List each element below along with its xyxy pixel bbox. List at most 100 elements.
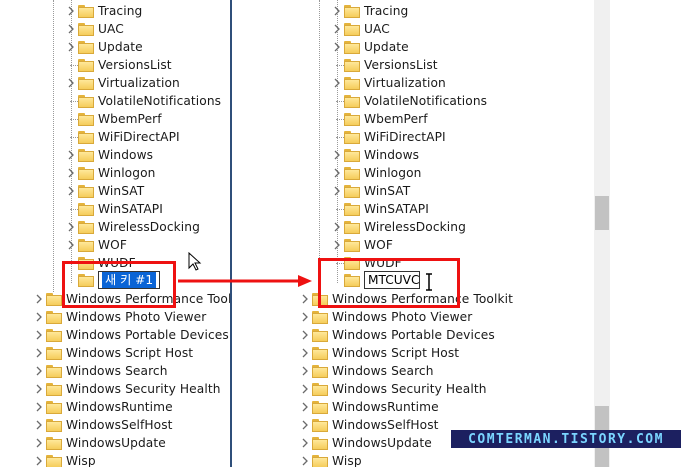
tree-item[interactable]: Wisp [32,452,96,467]
chevron-right-icon[interactable] [32,416,46,434]
scrollbar-thumb[interactable] [595,196,609,230]
chevron-right-icon[interactable] [32,290,46,308]
tree-item[interactable]: Virtualization [330,74,446,92]
tree-item[interactable]: Windows [330,146,419,164]
tree-item-label: VolatileNotifications [364,94,488,108]
chevron-right-icon[interactable] [298,398,312,416]
tree-item[interactable]: UAC [330,20,390,38]
chevron-right-icon[interactable] [298,416,312,434]
tree-item[interactable]: WbemPerf [64,110,162,128]
tree-item[interactable]: Windows Photo Viewer [32,308,206,326]
tree-item[interactable]: Windows Script Host [298,344,459,362]
chevron-right-icon[interactable] [64,74,78,92]
chevron-right-icon[interactable] [64,218,78,236]
chevron-right-icon[interactable] [298,344,312,362]
tree-item[interactable]: WirelessDocking [330,218,466,236]
tree-item[interactable]: WinSATAPI [330,200,429,218]
chevron-right-icon[interactable] [32,362,46,380]
tree-item[interactable]: VersionsList [330,56,438,74]
tree-connector [330,200,344,218]
tree-item[interactable]: UAC [64,20,124,38]
tree-item[interactable]: Windows [64,146,153,164]
chevron-right-icon[interactable] [298,434,312,452]
tree-item[interactable]: WiFiDirectAPI [330,128,446,146]
tree-connector [330,56,344,74]
chevron-right-icon[interactable] [298,452,312,467]
chevron-right-icon[interactable] [64,236,78,254]
tree-item[interactable]: Windows Search [32,362,168,380]
chevron-right-icon[interactable] [298,308,312,326]
tree-item[interactable]: Windows Security Health [298,380,487,398]
folder-icon [78,166,94,180]
tree-item[interactable]: WinSAT [64,182,144,200]
chevron-right-icon[interactable] [64,2,78,20]
tree-item[interactable]: Wisp [298,452,362,467]
chevron-right-icon[interactable] [64,20,78,38]
chevron-right-icon[interactable] [298,362,312,380]
tree-item[interactable]: WindowsUpdate [298,434,432,452]
chevron-right-icon[interactable] [330,182,344,200]
tree-item[interactable]: Windows Portable Devices [32,326,229,344]
chevron-right-icon[interactable] [32,380,46,398]
tree-item[interactable]: VersionsList [64,56,172,74]
chevron-right-icon[interactable] [330,20,344,38]
tree-item[interactable]: Virtualization [64,74,180,92]
folder-icon [344,202,360,216]
tree-guide-line [53,0,55,292]
tree-item[interactable]: WindowsRuntime [298,398,439,416]
tree-item[interactable]: WinSATAPI [64,200,163,218]
chevron-right-icon[interactable] [64,146,78,164]
chevron-right-icon[interactable] [298,326,312,344]
tree-item[interactable]: Update [64,38,143,56]
tree-item[interactable]: Windows Script Host [32,344,193,362]
folder-icon [312,346,328,360]
tree-item[interactable]: Tracing [64,2,142,20]
chevron-right-icon[interactable] [32,398,46,416]
chevron-right-icon[interactable] [330,146,344,164]
tree-item[interactable]: Update [330,38,409,56]
tree-item[interactable]: Tracing [330,2,408,20]
tree-item-label: VersionsList [98,58,172,72]
chevron-right-icon[interactable] [64,182,78,200]
chevron-right-icon[interactable] [298,290,312,308]
tree-item[interactable]: Windows Photo Viewer [298,308,472,326]
tree-item[interactable]: WinSAT [330,182,410,200]
tree-item-label: Virtualization [364,76,446,90]
chevron-right-icon[interactable] [330,164,344,182]
tree-item-label: WbemPerf [364,112,428,126]
chevron-right-icon[interactable] [330,38,344,56]
chevron-right-icon[interactable] [330,2,344,20]
tree-item[interactable]: VolatileNotifications [330,92,487,110]
chevron-right-icon[interactable] [32,434,46,452]
tree-item[interactable]: WiFiDirectAPI [64,128,180,146]
tree-item-label: UAC [98,22,124,36]
tree-item[interactable]: WirelessDocking [64,218,200,236]
tree-item[interactable]: WindowsUpdate [32,434,166,452]
chevron-right-icon[interactable] [32,344,46,362]
chevron-right-icon[interactable] [32,452,46,467]
chevron-right-icon[interactable] [330,218,344,236]
tree-item[interactable]: VolatileNotifications [64,92,221,110]
tree-item[interactable]: WindowsSelfHost [32,416,173,434]
tree-item[interactable]: Windows Security Health [32,380,221,398]
chevron-right-icon[interactable] [298,380,312,398]
tree-item[interactable]: Winlogon [64,164,155,182]
chevron-right-icon[interactable] [64,164,78,182]
tree-item[interactable]: Windows Portable Devices [298,326,495,344]
chevron-right-icon[interactable] [32,326,46,344]
tree-item[interactable]: WOF [330,236,393,254]
folder-icon [78,94,94,108]
tree-item-label: Windows Search [66,364,168,378]
vertical-scrollbar[interactable] [594,0,610,467]
tree-item[interactable]: Winlogon [330,164,421,182]
tree-item[interactable]: WbemPerf [330,110,428,128]
chevron-right-icon[interactable] [64,38,78,56]
tree-item[interactable]: Windows Search [298,362,434,380]
tree-item[interactable]: WindowsRuntime [32,398,173,416]
chevron-right-icon[interactable] [330,74,344,92]
tree-item[interactable]: WindowsSelfHost [298,416,439,434]
tree-item[interactable]: WOF [64,236,127,254]
chevron-right-icon[interactable] [32,308,46,326]
folder-icon [46,418,62,432]
chevron-right-icon[interactable] [330,236,344,254]
